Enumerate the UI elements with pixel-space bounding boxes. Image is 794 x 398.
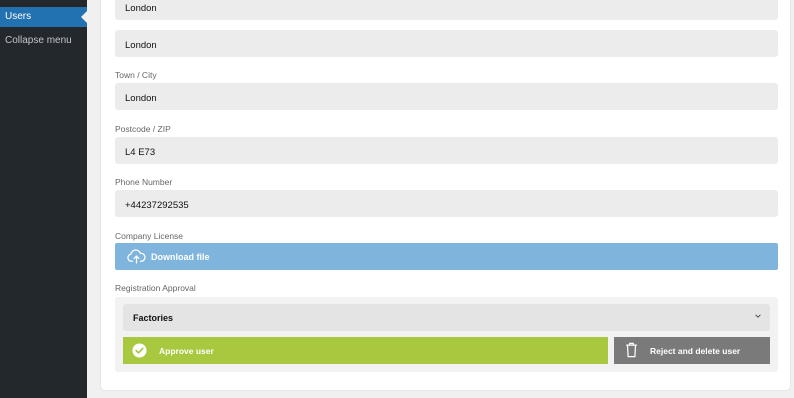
phone-label: Phone Number — [115, 177, 173, 187]
approval-select-value: Factories — [133, 313, 174, 323]
trash-icon — [626, 342, 637, 358]
town-field[interactable]: London — [115, 83, 778, 110]
address-line1-field[interactable]: London — [115, 0, 778, 20]
phone-field[interactable]: +44237292535 — [115, 190, 778, 217]
approval-select[interactable]: Factories — [123, 304, 770, 331]
approve-user-button[interactable]: Approve user — [123, 337, 608, 364]
sidebar-item-users[interactable]: Users — [0, 7, 87, 27]
collapse-menu-button[interactable]: Collapse menu — [5, 35, 72, 46]
reject-delete-user-button[interactable]: Reject and delete user — [614, 337, 770, 364]
admin-sidebar: Users Collapse menu — [0, 0, 87, 398]
postcode-field[interactable]: L4 E73 — [115, 137, 778, 164]
license-label: Company License — [115, 231, 184, 241]
chevron-down-icon — [755, 314, 761, 318]
approve-user-label: Approve user — [159, 346, 214, 356]
download-file-label: Download file — [151, 252, 210, 262]
reject-delete-user-label: Reject and delete user — [650, 346, 741, 356]
address-line2-field[interactable]: London — [115, 30, 778, 57]
postcode-label: Postcode / ZIP — [115, 124, 171, 134]
approval-label: Registration Approval — [115, 283, 196, 293]
town-label: Town / City — [115, 70, 157, 80]
sidebar-item-label: Users — [5, 11, 32, 22]
download-file-button[interactable]: Download file — [115, 243, 778, 270]
check-circle-icon — [132, 343, 147, 358]
cloud-upload-icon — [127, 249, 146, 264]
